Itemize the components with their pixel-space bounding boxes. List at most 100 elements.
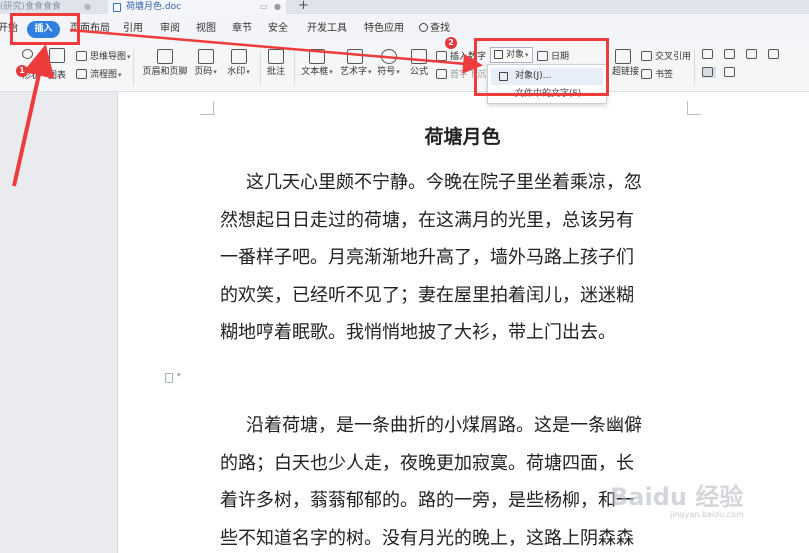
textbox-label: 文本框	[301, 67, 329, 77]
hyperlink-button[interactable]: 超链接	[612, 49, 640, 78]
paragraph-options-icon[interactable]	[165, 373, 173, 383]
tab-references[interactable]: 引用	[123, 22, 143, 36]
document-title[interactable]: 荷塘月色	[220, 122, 705, 149]
layout-icon	[724, 49, 735, 59]
watermark-text: Baidu 经验	[610, 483, 744, 511]
tab-review[interactable]: 审阅	[160, 22, 180, 36]
layout-icon	[768, 49, 779, 59]
layout-button-5[interactable]	[702, 67, 716, 78]
text-line: 一番样子吧。月亮渐渐地升高了，墙外马路上孩子们	[220, 247, 634, 268]
new-tab-plus-icon[interactable]: +	[298, 0, 309, 13]
chart-icon	[49, 48, 65, 63]
text-line: 然想起日日走过的荷塘，在这满月的光里，总该另有	[220, 209, 634, 231]
tab-label: (研究)食食食食	[0, 2, 62, 12]
page-number-label: 页码	[194, 67, 213, 77]
text-line: 的欢笑，已经听不见了；妻在屋里拍着闰儿，迷迷糊	[220, 284, 634, 306]
page-margin-corner	[200, 101, 214, 115]
separator	[260, 50, 261, 86]
layout-icon	[724, 67, 735, 77]
text-line: 沿着荷塘，是一条曲折的小煤屑路。这是一条幽僻	[246, 415, 642, 436]
layout-button-6[interactable]	[724, 67, 738, 78]
document-tab-other[interactable]: (研究)食食食食 ●	[0, 0, 96, 14]
header-footer-icon	[157, 49, 173, 64]
highlight-box-insert-tab	[10, 13, 80, 45]
tab-special-apps[interactable]: 特色应用	[364, 22, 404, 36]
bookmark-icon	[641, 69, 652, 79]
header-footer-button[interactable]: 页眉和页脚	[141, 49, 189, 78]
number-icon	[436, 51, 447, 61]
watermark-label: 水印	[227, 67, 246, 77]
find-label: 查找	[430, 23, 450, 34]
layout-button-3[interactable]	[746, 49, 760, 60]
shapes-button[interactable]	[22, 49, 36, 60]
formula-button[interactable]: 公式	[408, 49, 430, 78]
paragraph-1[interactable]: 这几天心里颇不宁静。今晚在院子里坐着乘凉，忽 然想起日日走过的荷塘，在这满月的光…	[220, 164, 706, 352]
symbol-button[interactable]: 符号▾	[375, 49, 402, 78]
shapes-icon	[22, 49, 33, 59]
bookmark-label: 书签	[655, 70, 674, 80]
ribbon-tab-bar: 开始 插入 页面布局 引用 审阅 视图 章节 安全 开发工具 特色应用 查找	[0, 14, 809, 44]
textbox-icon	[309, 49, 325, 64]
chevron-down-icon[interactable]: ▾	[177, 371, 181, 379]
bookmark-button[interactable]: 书签	[641, 67, 673, 80]
chart-label[interactable]: 图表	[48, 68, 66, 81]
formula-icon	[411, 49, 427, 64]
mindmap-label: 思维导图	[90, 52, 127, 62]
step-badge-1: 1	[16, 65, 28, 77]
comment-label: 批注	[266, 67, 285, 77]
watermark-icon	[230, 49, 247, 64]
screen-icon[interactable]: ▭	[260, 0, 268, 14]
wordart-icon	[347, 49, 363, 64]
layout-button-2[interactable]	[724, 49, 738, 60]
tab-developer[interactable]: 开发工具	[307, 22, 347, 36]
comment-icon	[268, 49, 284, 64]
hyperlink-label: 超链接	[612, 67, 640, 77]
separator	[294, 50, 295, 86]
step-badge-2: 2	[445, 37, 457, 49]
text-line: 糊地哼着眠歌。我悄悄地披了大衫，带上门出去。	[220, 322, 616, 343]
document-tab-active[interactable]: 荷塘月色.doc ▭ ●	[108, 0, 286, 14]
cross-reference-label: 交叉引用	[655, 52, 692, 62]
mindmap-icon	[76, 51, 87, 61]
insert-ribbon-toolbar: 形状 图表 思维导图▾ 流程图▾ 页眉和页脚 页码▾ 水印▾ 批注 文本框▾ 艺…	[0, 44, 809, 92]
tab-dot-icon[interactable]: ●	[274, 0, 281, 14]
cross-reference-button[interactable]: 交叉引用	[641, 49, 691, 62]
wordart-button[interactable]: 艺术字▾	[340, 49, 372, 78]
flowchart-button[interactable]: 流程图▾	[76, 67, 122, 80]
text-line: 些不知道名字的树。没有月光的晚上，这路上阴森森	[220, 527, 634, 549]
separator	[694, 50, 695, 86]
symbol-label: 符号	[377, 67, 396, 77]
tab-dot-icon[interactable]: ●	[84, 0, 91, 14]
flowchart-icon	[76, 69, 87, 79]
layout-button-1[interactable]	[702, 49, 716, 60]
flowchart-label: 流程图	[90, 70, 118, 80]
link-icon	[615, 49, 631, 64]
page-number-button[interactable]: 页码▾	[193, 49, 218, 78]
watermark-subtext: jingyan.baidu.com	[670, 510, 744, 519]
document-tab-strip: (研究)食食食食 ● 荷塘月色.doc ▭ ● +	[0, 0, 809, 14]
baidu-watermark: Baidu 经验 jingyan.baidu.com	[610, 477, 744, 519]
tab-find[interactable]: 查找	[419, 22, 450, 36]
layout-button-4[interactable]	[768, 49, 782, 60]
chart-button[interactable]	[46, 48, 68, 66]
drop-cap-icon	[436, 69, 447, 79]
layout-icon	[702, 67, 713, 77]
watermark-button[interactable]: 水印▾	[226, 49, 251, 78]
highlight-box-object-menu	[474, 38, 609, 96]
tab-chapter[interactable]: 章节	[232, 22, 252, 36]
page-margin-corner	[687, 101, 701, 115]
header-footer-label: 页眉和页脚	[142, 67, 188, 77]
textbox-button[interactable]: 文本框▾	[299, 49, 335, 78]
tab-label: 荷塘月色.doc	[126, 2, 182, 12]
symbol-icon	[380, 49, 397, 64]
formula-label: 公式	[409, 67, 428, 77]
tab-security[interactable]: 安全	[268, 22, 288, 36]
cross-reference-icon	[641, 51, 652, 61]
mindmap-button[interactable]: 思维导图▾	[76, 49, 131, 62]
layout-icon	[746, 49, 757, 59]
page-number-icon	[197, 49, 214, 64]
comment-button[interactable]: 批注	[265, 49, 287, 78]
tab-view[interactable]: 视图	[196, 22, 216, 36]
text-line: 这几天心里颇不宁静。今晚在院子里坐着乘凉，忽	[246, 172, 642, 193]
wordart-label: 艺术字	[340, 67, 368, 77]
